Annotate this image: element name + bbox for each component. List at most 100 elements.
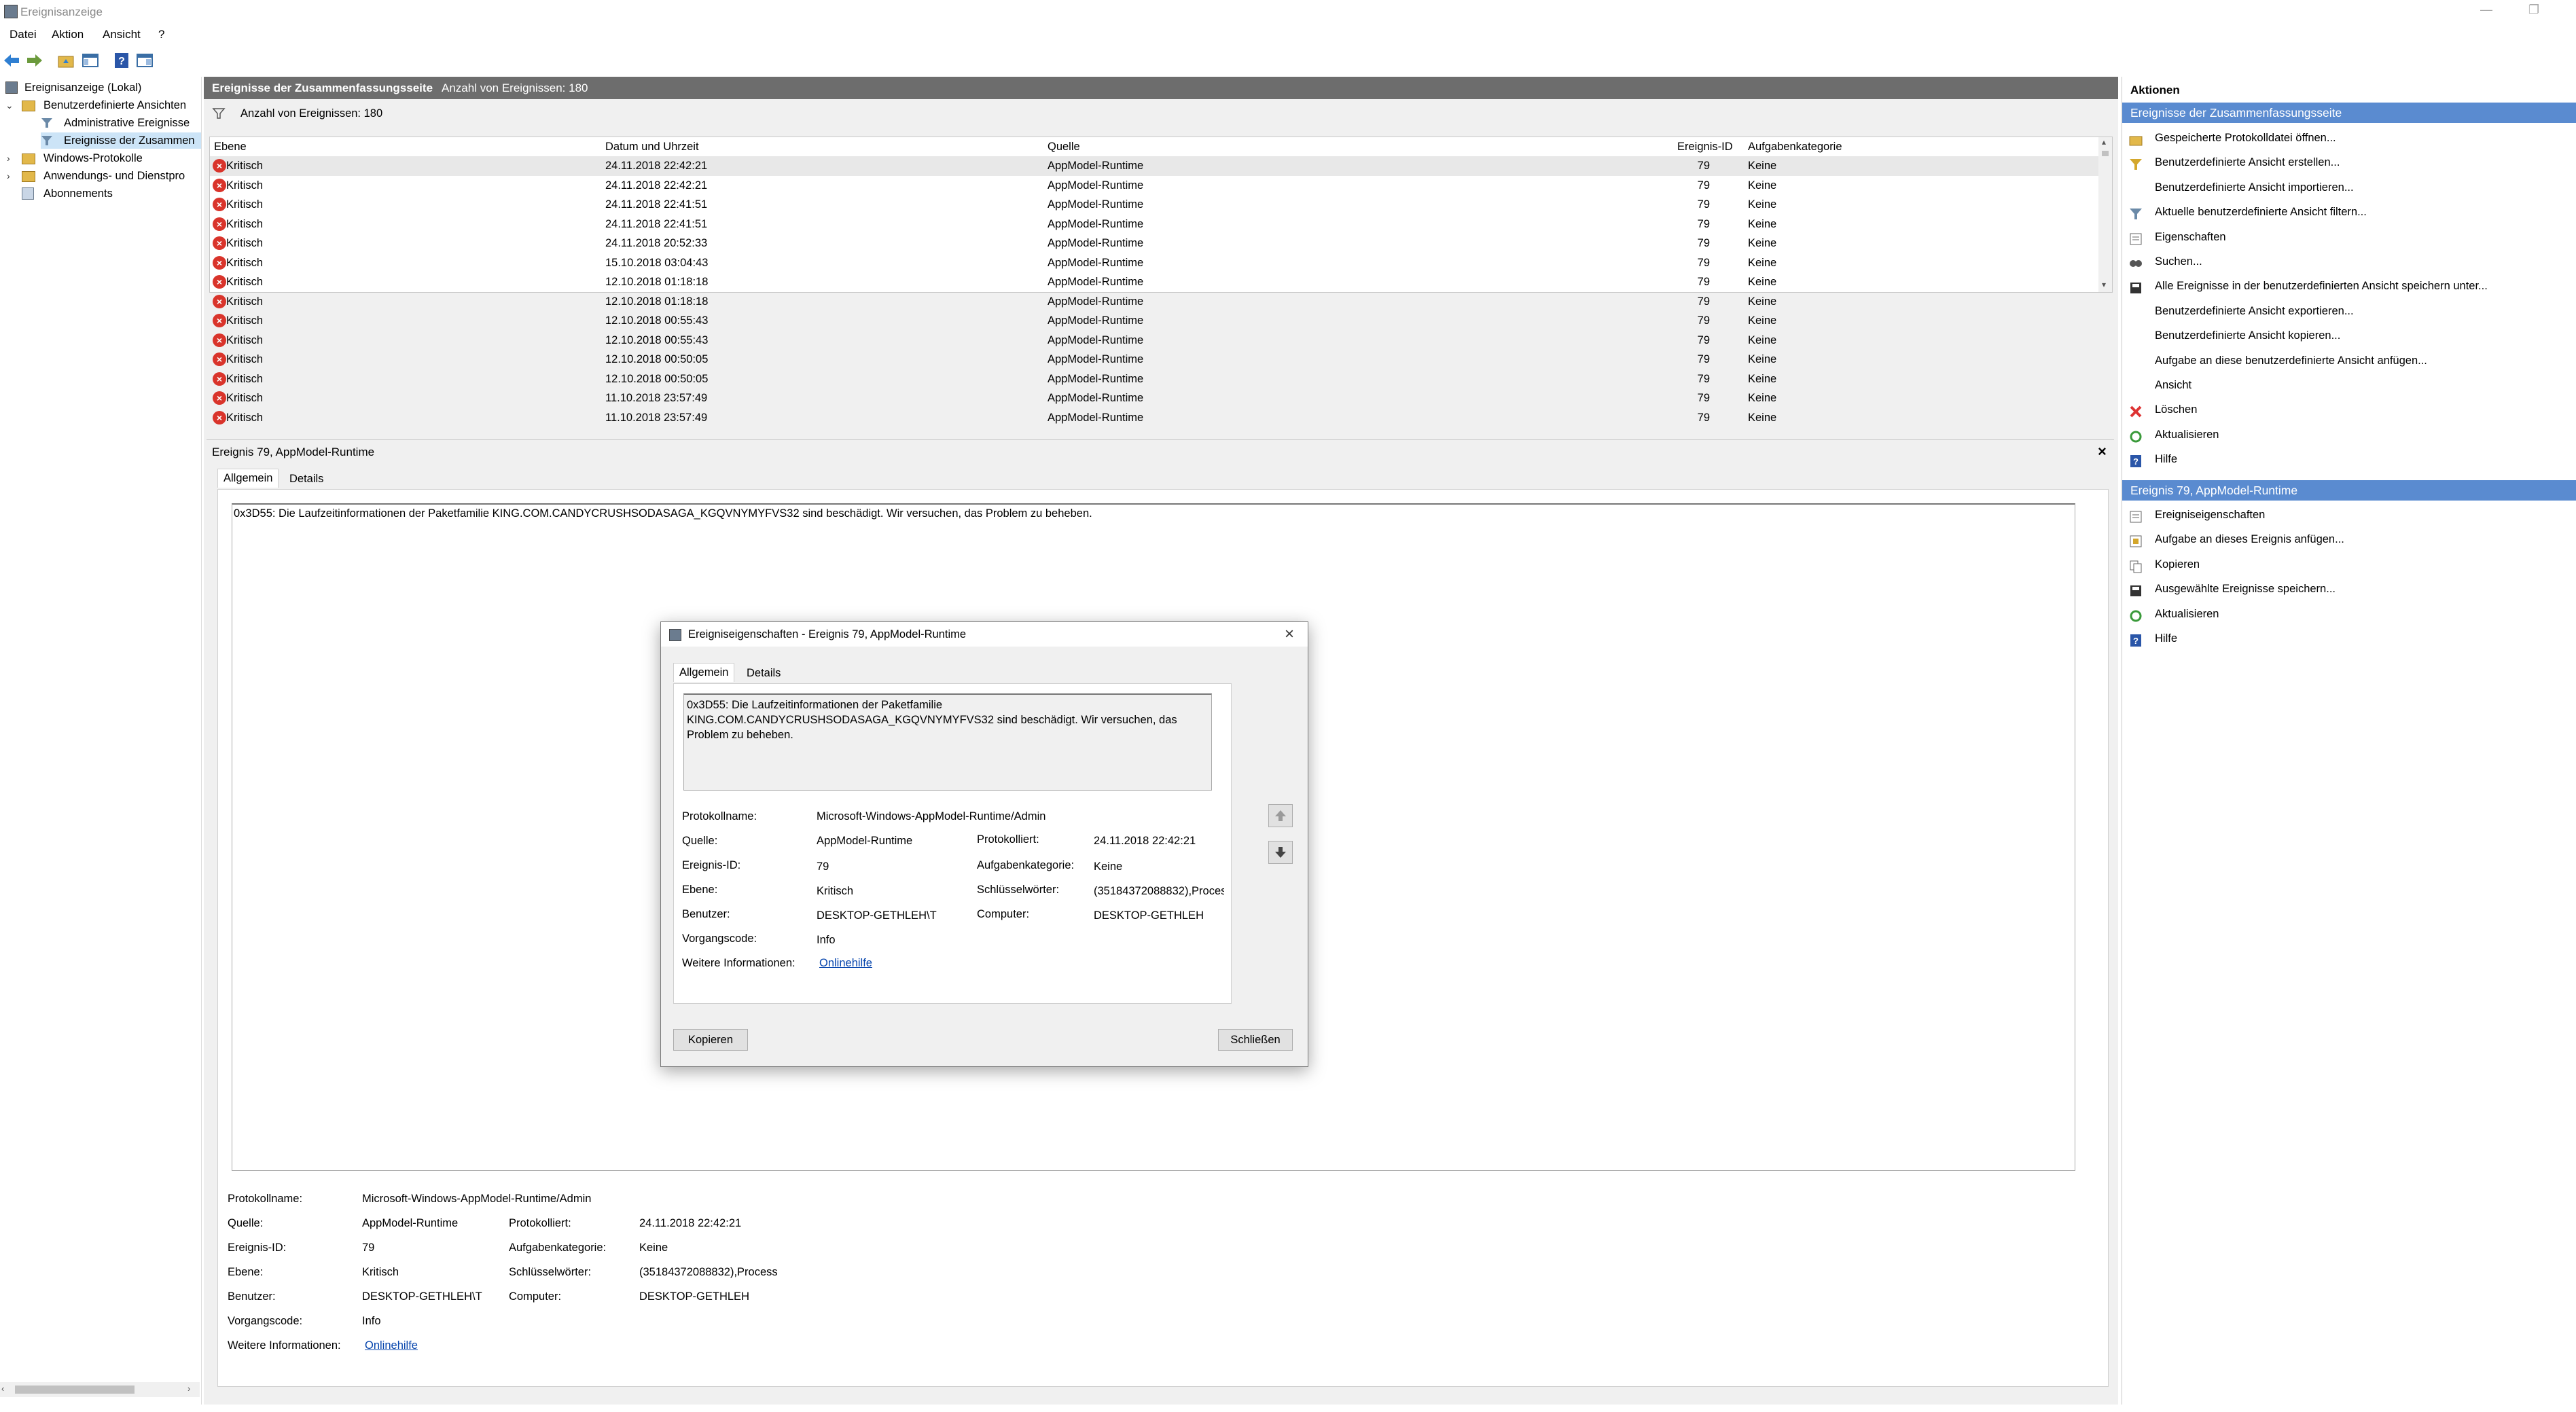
onlinehilfe-link[interactable]: Onlinehilfe: [365, 1339, 418, 1352]
scroll-right-arrow[interactable]: ›: [187, 1383, 190, 1394]
help-icon[interactable]: ?: [113, 52, 130, 69]
dialog-tab-details[interactable]: Details: [743, 666, 785, 681]
action-label: Aktualisieren: [2155, 428, 2219, 441]
col-quelle[interactable]: Quelle: [1048, 137, 1080, 156]
label-ebene: Ebene:: [228, 1266, 264, 1278]
table-row[interactable]: × Kritisch 24.11.2018 22:42:21 AppModel-Run…: [210, 156, 2098, 176]
table-row[interactable]: × Kritisch 12.10.2018 01:18:18 AppModel-Run…: [210, 292, 2098, 312]
table-row[interactable]: × Kritisch 24.11.2018 20:52:33 AppModel-Run…: [210, 234, 2098, 253]
action-item[interactable]: Ansicht: [2122, 373, 2576, 397]
minimize-button[interactable]: —: [2473, 3, 2500, 20]
menu-ansicht[interactable]: Ansicht: [103, 28, 141, 41]
table-cell: AppModel-Runtime: [1048, 276, 1144, 288]
actions-title: Aktionen: [2130, 84, 2180, 96]
event-list-scrollbar[interactable]: ▴ ▾: [2098, 137, 2112, 292]
dialog-close-icon[interactable]: ×: [1285, 625, 1294, 644]
dialog-label-protokolliert: Protokolliert:: [977, 833, 1039, 846]
scroll-down-arrow[interactable]: ▾: [2102, 280, 2106, 289]
table-cell: 79: [1697, 295, 1710, 308]
action-item[interactable]: Aktualisieren: [2122, 422, 2576, 447]
forward-arrow-icon[interactable]: [26, 52, 43, 69]
previous-event-button[interactable]: [1268, 804, 1293, 827]
action-item[interactable]: Gespeicherte Protokolldatei öffnen...: [2122, 126, 2576, 150]
scroll-thumb[interactable]: [2102, 151, 2109, 156]
action-item[interactable]: Aufgabe an diese benutzerdefinierte Ansi…: [2122, 348, 2576, 373]
scroll-up-arrow[interactable]: ▴: [2102, 137, 2106, 147]
copy-button[interactable]: Kopieren: [673, 1029, 748, 1051]
action-item[interactable]: Aktuelle benutzerdefinierte Ansicht filt…: [2122, 200, 2576, 224]
tree-item-summary-events[interactable]: Ereignisse der Zusammen: [41, 132, 201, 149]
properties-icon: [2129, 508, 2143, 523]
action-item[interactable]: Aufgabe an dieses Ereignis anfügen...: [2122, 527, 2576, 551]
table-row[interactable]: × Kritisch 12.10.2018 00:55:43 AppModel-Run…: [210, 311, 2098, 331]
next-event-button[interactable]: [1268, 841, 1293, 864]
up-folder-icon[interactable]: [57, 52, 75, 69]
action-pane-icon[interactable]: [136, 52, 154, 69]
tree-horizontal-scrollbar[interactable]: ‹ ›: [0, 1382, 200, 1397]
value-ebene: Kritisch: [362, 1266, 399, 1278]
menu-datei[interactable]: Datei: [10, 28, 37, 41]
action-item[interactable]: Kopieren: [2122, 552, 2576, 577]
table-cell: Keine: [1748, 314, 1777, 327]
close-button[interactable]: Schließen: [1218, 1029, 1293, 1051]
action-item[interactable]: Eigenschaften: [2122, 225, 2576, 249]
dialog-onlinehilfe-link[interactable]: Onlinehilfe: [819, 957, 872, 970]
open-log-icon: [2129, 131, 2143, 146]
actions-section-summary[interactable]: Ereignisse der Zusammenfassungsseite: [2122, 103, 2576, 123]
table-cell: 24.11.2018 20:52:33: [605, 237, 708, 249]
table-cell: AppModel-Runtime: [1048, 392, 1144, 404]
action-item[interactable]: ? Hilfe: [2122, 447, 2576, 471]
close-icon[interactable]: ×: [2098, 443, 2107, 460]
maximize-button[interactable]: ❐: [2520, 3, 2547, 20]
col-aufgabenkategorie[interactable]: Aufgabenkategorie: [1748, 137, 1842, 156]
tab-details[interactable]: Details: [285, 471, 327, 487]
table-cell: Kritisch: [226, 276, 264, 288]
critical-error-icon: ×: [213, 314, 226, 327]
table-row[interactable]: × Kritisch 24.11.2018 22:41:51 AppModel-Run…: [210, 215, 2098, 234]
menu-aktion[interactable]: Aktion: [52, 28, 84, 41]
action-item[interactable]: Benutzerdefinierte Ansicht exportieren..…: [2122, 299, 2576, 323]
scroll-left-arrow[interactable]: ‹: [1, 1383, 4, 1394]
table-row[interactable]: × Kritisch 12.10.2018 00:50:05 AppModel-Run…: [210, 350, 2098, 369]
table-row[interactable]: × Kritisch 24.11.2018 22:41:51 AppModel-Run…: [210, 195, 2098, 215]
tree-label: Benutzerdefinierte Ansichten: [43, 99, 187, 111]
tree-label: Administrative Ereignisse: [64, 117, 190, 129]
dialog-value-computer: DESKTOP-GETHLEH: [1094, 909, 1204, 922]
table-cell: AppModel-Runtime: [1048, 256, 1144, 269]
dialog-tab-allgemein[interactable]: Allgemein: [673, 663, 735, 682]
action-item[interactable]: Ereigniseigenschaften: [2122, 503, 2576, 527]
table-row[interactable]: × Kritisch 24.11.2018 22:42:21 AppModel-Run…: [210, 176, 2098, 196]
chevron-right-icon[interactable]: ›: [7, 168, 10, 184]
menu-help[interactable]: ?: [158, 28, 164, 41]
action-item[interactable]: Benutzerdefinierte Ansicht kopieren...: [2122, 323, 2576, 348]
tab-allgemein[interactable]: Allgemein: [217, 469, 279, 488]
section-label: Ereignisse der Zusammenfassungsseite: [2130, 106, 2342, 120]
table-row[interactable]: × Kritisch 15.10.2018 03:04:43 AppModel-Run…: [210, 253, 2098, 273]
action-item[interactable]: Löschen: [2122, 397, 2576, 422]
dialog-message-box[interactable]: 0x3D55: Die Laufzeitinformationen der Pa…: [683, 693, 1212, 791]
table-row[interactable]: × Kritisch 12.10.2018 01:18:18 AppModel-Run…: [210, 272, 2098, 292]
col-ereignis-id[interactable]: Ereignis-ID: [1677, 137, 1733, 156]
action-item[interactable]: Aktualisieren: [2122, 602, 2576, 626]
table-row[interactable]: × Kritisch 12.10.2018 00:55:43 AppModel-Run…: [210, 331, 2098, 350]
chevron-down-icon[interactable]: ⌄: [5, 97, 14, 113]
dialog-titlebar[interactable]: Ereigniseigenschaften - Ereignis 79, App…: [661, 622, 1308, 647]
table-row[interactable]: × Kritisch 11.10.2018 23:57:49 AppModel-Run…: [210, 388, 2098, 408]
table-row[interactable]: × Kritisch 11.10.2018 23:57:49 AppModel-Run…: [210, 408, 2098, 428]
action-item[interactable]: Suchen...: [2122, 249, 2576, 274]
table-cell: 12.10.2018 00:50:05: [605, 372, 709, 385]
console-tree-icon[interactable]: [82, 52, 99, 69]
chevron-right-icon[interactable]: ›: [7, 150, 10, 166]
scroll-thumb[interactable]: [15, 1386, 135, 1394]
action-item[interactable]: Alle Ereignisse in der benutzerdefiniert…: [2122, 274, 2576, 298]
back-arrow-icon[interactable]: [3, 52, 20, 69]
action-item[interactable]: ? Hilfe: [2122, 626, 2576, 651]
action-item[interactable]: Ausgewählte Ereignisse speichern...: [2122, 577, 2576, 601]
action-item[interactable]: Benutzerdefinierte Ansicht importieren..…: [2122, 175, 2576, 200]
label-schluesselwoerter: Schlüsselwörter:: [509, 1266, 592, 1278]
col-ebene[interactable]: Ebene: [214, 137, 247, 156]
table-row[interactable]: × Kritisch 12.10.2018 00:50:05 AppModel-Run…: [210, 369, 2098, 389]
actions-section-event[interactable]: Ereignis 79, AppModel-Runtime: [2122, 480, 2576, 501]
action-item[interactable]: Benutzerdefinierte Ansicht erstellen...: [2122, 150, 2576, 175]
col-datum[interactable]: Datum und Uhrzeit: [605, 137, 699, 156]
